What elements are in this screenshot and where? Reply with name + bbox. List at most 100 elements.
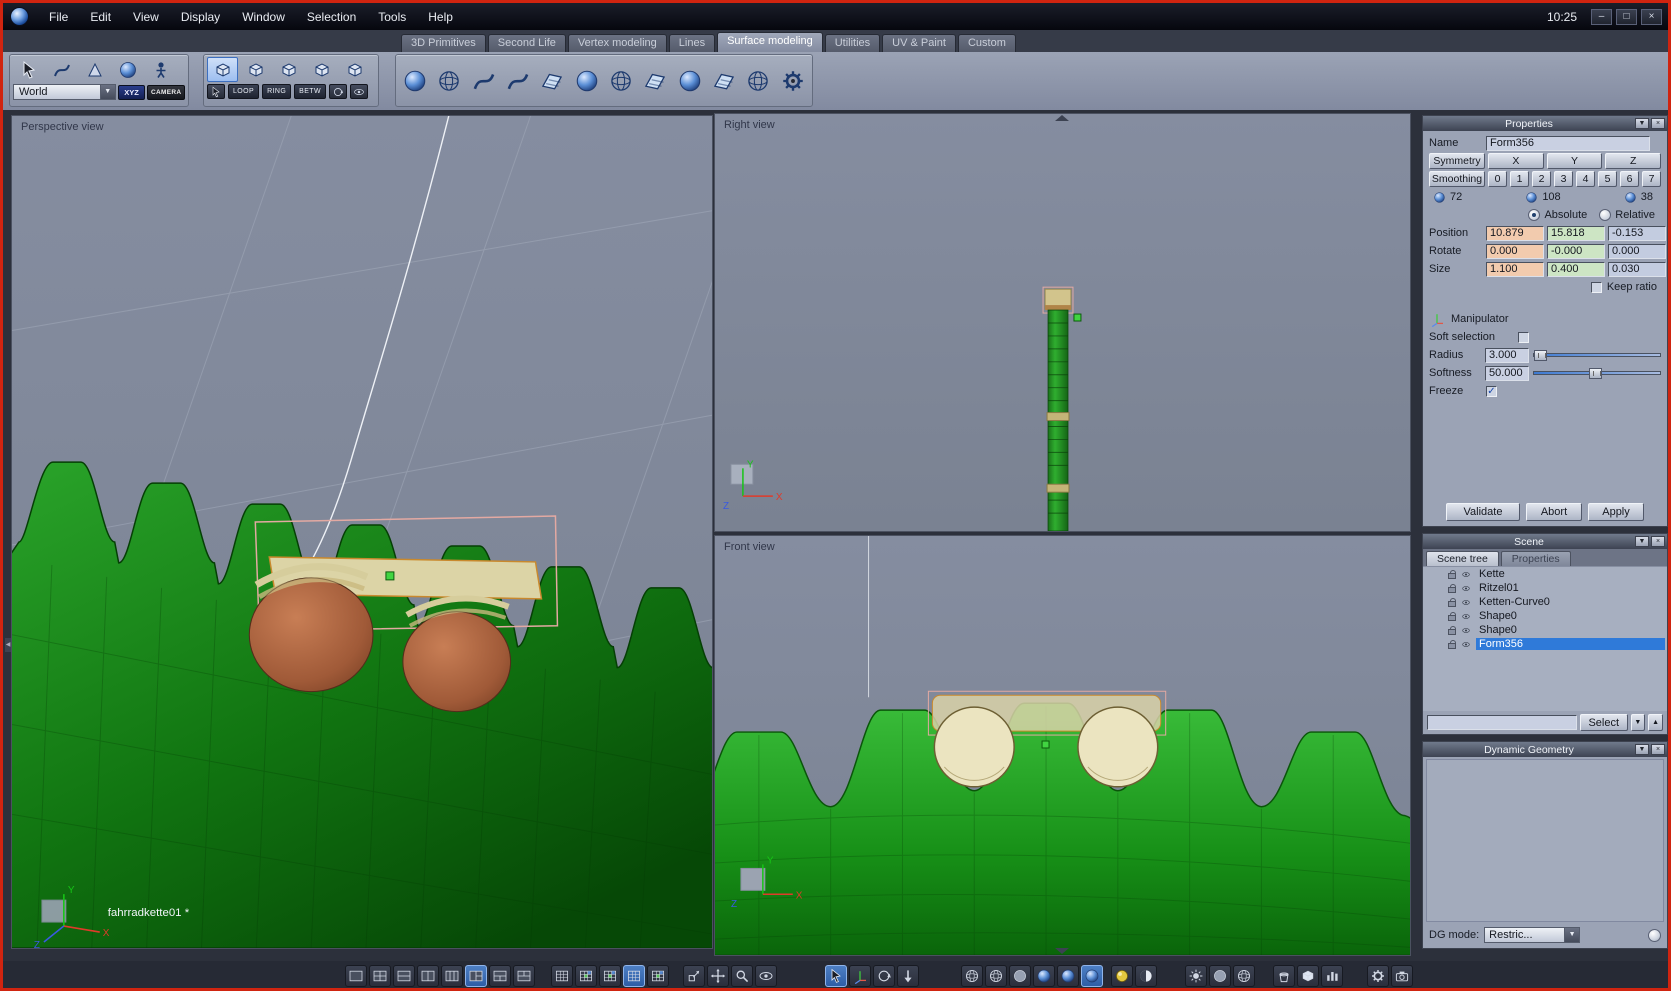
smoothing-level-2[interactable]: 2 — [1532, 171, 1551, 187]
background-color-icon[interactable] — [1111, 965, 1133, 987]
smoothing-button[interactable]: Smoothing — [1429, 171, 1485, 187]
cube-loop-tool-icon[interactable] — [207, 57, 238, 82]
surface-tool-twist-icon[interactable] — [571, 58, 603, 104]
render-camera-icon[interactable] — [1391, 965, 1413, 987]
symmetry-button[interactable]: Symmetry — [1429, 153, 1485, 169]
right-viewport[interactable]: Y X Z Right view — [714, 113, 1411, 532]
paint-view-icon[interactable] — [623, 965, 645, 987]
close-button[interactable]: × — [1641, 8, 1662, 25]
rotate-y-input[interactable] — [1547, 243, 1605, 259]
abort-button[interactable]: Abort — [1526, 503, 1582, 521]
surface-tool-thickness-icon[interactable] — [605, 58, 637, 104]
camera-button[interactable]: CAMERA — [147, 84, 185, 100]
menu-help[interactable]: Help — [417, 10, 464, 24]
relative-radio[interactable] — [1599, 209, 1612, 221]
surface-tool-sheet-icon[interactable] — [536, 58, 568, 104]
chain-curve-object[interactable] — [305, 116, 450, 571]
select-convert-icon[interactable] — [329, 84, 347, 99]
front-scene[interactable]: Y X Z — [715, 536, 1410, 955]
layout-one-left-two-right-icon[interactable] — [465, 965, 487, 987]
rotate-tool-icon[interactable] — [849, 965, 871, 987]
select-button[interactable]: Select — [1580, 714, 1628, 731]
tab-surface-modeling[interactable]: Surface modeling — [717, 32, 823, 52]
tab-3d-primitives[interactable]: 3D Primitives — [401, 34, 486, 52]
cube-border-tool-icon[interactable] — [339, 57, 370, 82]
front-viewport[interactable]: Y X Z Front view — [714, 535, 1411, 956]
chain-roller-object[interactable] — [933, 706, 1015, 788]
lock-icon[interactable] — [1448, 625, 1456, 635]
surface-tool-symmetry-icon[interactable] — [742, 58, 774, 104]
ring-button[interactable]: RING — [262, 84, 292, 99]
size-y-input[interactable] — [1547, 261, 1605, 277]
tree-item-shape0-a[interactable]: Shape0 — [1423, 609, 1667, 623]
rotate-x-input[interactable] — [1486, 243, 1544, 259]
occlusion-select-icon[interactable] — [350, 84, 368, 99]
scene-up-button[interactable]: ▲ — [1648, 714, 1664, 731]
menu-file[interactable]: File — [38, 10, 79, 24]
smoothing-level-3[interactable]: 3 — [1554, 171, 1573, 187]
backdrop-icon[interactable] — [1135, 965, 1157, 987]
visibility-icon[interactable] — [755, 965, 777, 987]
softness-slider-thumb[interactable] — [1589, 368, 1603, 379]
tree-item-form356[interactable]: Form356 — [1423, 637, 1667, 651]
scene-close-icon[interactable]: × — [1651, 536, 1665, 547]
transform-tool-icon[interactable] — [825, 965, 847, 987]
visibility-eye-icon[interactable] — [1460, 598, 1472, 607]
chain-side-object[interactable] — [1044, 288, 1072, 531]
validate-button[interactable]: Validate — [1446, 503, 1520, 521]
display-textured-shaded-icon[interactable] — [1081, 965, 1103, 987]
tab-uv-paint[interactable]: UV & Paint — [882, 34, 956, 52]
tree-item-ketten-curve0[interactable]: Ketten-Curve0 — [1423, 595, 1667, 609]
menu-tools[interactable]: Tools — [367, 10, 417, 24]
apply-button[interactable]: Apply — [1588, 503, 1644, 521]
lock-icon[interactable] — [1448, 569, 1456, 579]
layout-one-top-two-bottom-icon[interactable] — [489, 965, 511, 987]
menu-selection[interactable]: Selection — [296, 10, 367, 24]
chain-roller-object[interactable] — [1077, 706, 1159, 788]
size-z-input[interactable] — [1608, 261, 1666, 277]
chain-roller-object[interactable] — [402, 595, 512, 713]
tab-utilities[interactable]: Utilities — [824, 34, 881, 52]
texture-view-icon[interactable] — [599, 965, 621, 987]
right-scene[interactable]: Y X Z — [715, 114, 1410, 531]
visibility-eye-icon[interactable] — [1460, 640, 1472, 649]
scene-filter-input[interactable] — [1427, 715, 1577, 730]
symmetry-x-button[interactable]: X — [1488, 153, 1544, 169]
orbit-tool-icon[interactable] — [873, 965, 895, 987]
drop-to-ground-icon[interactable] — [897, 965, 919, 987]
tab-vertex-modeling[interactable]: Vertex modeling — [567, 34, 667, 52]
display-smooth-icon[interactable] — [1033, 965, 1055, 987]
dg-collapse-icon[interactable]: ▼ — [1635, 744, 1649, 755]
lasso-select-icon[interactable] — [46, 57, 77, 82]
display-wireframe-icon[interactable] — [961, 965, 983, 987]
shadows-icon[interactable] — [1233, 965, 1255, 987]
freeze-checkbox[interactable]: ✓ — [1486, 385, 1497, 397]
tab-scene-properties[interactable]: Properties — [1500, 551, 1571, 566]
dg-close-icon[interactable]: × — [1651, 744, 1665, 755]
name-input[interactable] — [1486, 135, 1650, 151]
data-grid-icon[interactable] — [647, 965, 669, 987]
properties-close-icon[interactable]: × — [1651, 118, 1665, 129]
surface-tool-smooth-icon[interactable] — [399, 58, 431, 104]
absolute-radio[interactable] — [1528, 209, 1541, 221]
marquee-zoom-icon[interactable] — [683, 965, 705, 987]
select-arrow-icon[interactable] — [13, 57, 44, 82]
radius-slider-thumb[interactable] — [1534, 350, 1547, 361]
visibility-eye-icon[interactable] — [1460, 584, 1472, 593]
scene-dropdown-button[interactable]: ▼ — [1630, 714, 1646, 731]
gear-object[interactable] — [715, 702, 1410, 955]
radius-input[interactable] — [1485, 347, 1529, 363]
layout-quad-icon[interactable] — [369, 965, 391, 987]
lock-icon[interactable] — [1448, 639, 1456, 649]
symmetry-z-button[interactable]: Z — [1605, 153, 1662, 169]
layout-split-horizontal-icon[interactable] — [393, 965, 415, 987]
position-z-input[interactable] — [1608, 225, 1666, 241]
minimize-button[interactable]: – — [1591, 8, 1612, 25]
pivot-point[interactable] — [385, 571, 395, 581]
dg-mode-dropdown[interactable]: Restric... ▼ — [1484, 927, 1581, 943]
pan-icon[interactable] — [707, 965, 729, 987]
smoothing-level-4[interactable]: 4 — [1576, 171, 1595, 187]
edge-pick-icon[interactable] — [207, 84, 225, 99]
position-y-input[interactable] — [1547, 225, 1605, 241]
menu-view[interactable]: View — [122, 10, 170, 24]
